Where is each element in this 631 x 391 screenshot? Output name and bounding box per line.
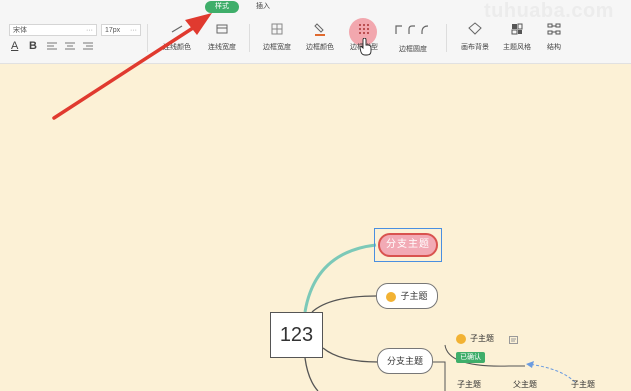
floating-sub-topic[interactable]: 子主题 [571, 379, 595, 390]
child-topic-label: 子主题 [400, 291, 428, 301]
sub-topic-label: 子主题 [470, 334, 494, 343]
bottom-sub-topic[interactable]: 子主题 [457, 379, 481, 390]
note-icon [509, 336, 518, 344]
sub-topic[interactable]: 子主题 [456, 333, 494, 344]
parent-topic[interactable]: 父主题 [513, 379, 537, 390]
root-topic[interactable]: 123 [270, 312, 323, 358]
branch-topic-2[interactable]: 分支主题 [377, 348, 433, 374]
child-topic[interactable]: 子主题 [376, 283, 438, 309]
selected-branch-label: 分支主题 [378, 233, 438, 257]
status-badge: 已确认 [456, 352, 485, 363]
priority-icon [456, 333, 466, 344]
priority-icon [386, 291, 397, 302]
selected-branch-topic[interactable]: 分支主题 [374, 228, 442, 262]
